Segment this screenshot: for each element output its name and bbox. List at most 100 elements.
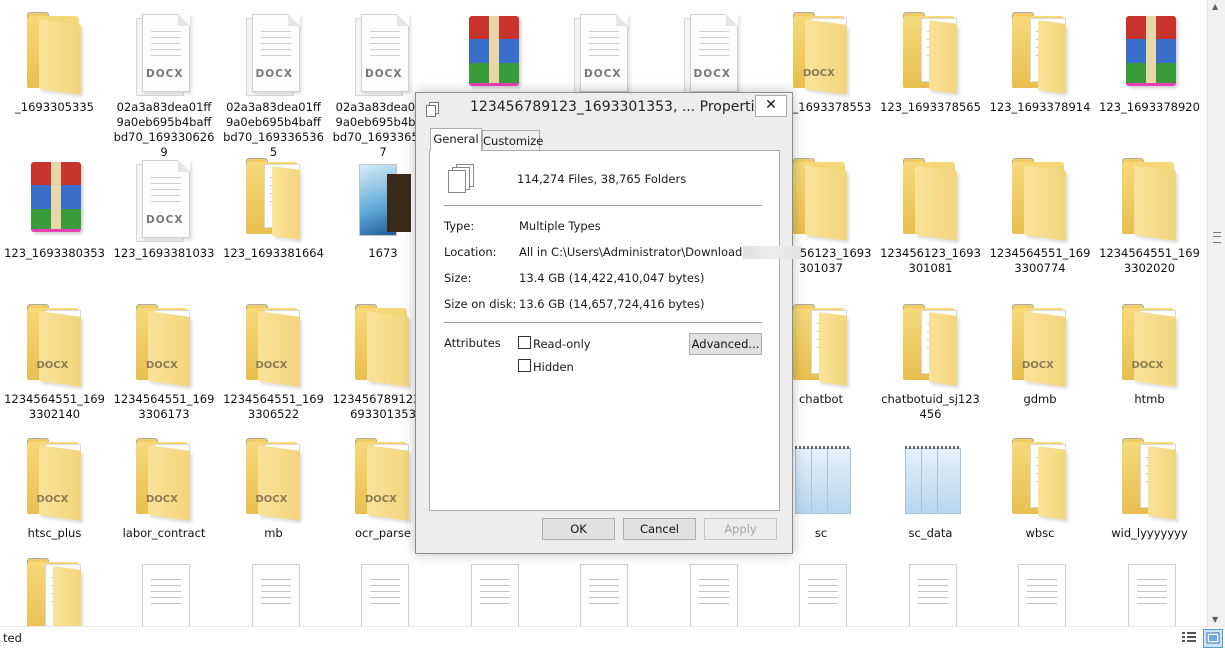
file-item[interactable]: 123456123_1693301081 [876, 146, 985, 276]
document-file-icon [1118, 558, 1182, 626]
file-item[interactable]: 123_1693378920 [1095, 0, 1204, 115]
location-value: All in C:\Users\Administrator\Download [519, 245, 743, 259]
advanced-button[interactable]: Advanced... [689, 333, 762, 355]
file-item-label: htmb [1134, 392, 1165, 406]
scroll-grip-icon[interactable] [1213, 232, 1221, 243]
cancel-button[interactable]: Cancel [623, 518, 696, 540]
file-item-label: mb [264, 526, 283, 540]
ok-button[interactable]: OK [542, 518, 615, 540]
file-item[interactable]: 123_1693378914 [986, 0, 1095, 115]
archive-file-icon [23, 158, 87, 242]
file-item[interactable] [548, 546, 657, 626]
file-item[interactable]: 123_1693381664 [219, 146, 328, 261]
docx-file-icon: DOCX [132, 12, 196, 96]
file-item[interactable] [1095, 546, 1204, 626]
file-item[interactable] [876, 546, 985, 626]
file-item[interactable] [438, 0, 547, 100]
document-file-icon [132, 558, 196, 626]
size-label: Size: [444, 271, 472, 285]
folder-icon [23, 12, 87, 96]
folder-docx-icon: DOCX [242, 438, 306, 522]
file-item[interactable] [329, 546, 438, 626]
file-item-label: 1234564551_1693302020 [1099, 246, 1200, 275]
readonly-label[interactable]: Read-only [533, 337, 591, 351]
folder-icon [899, 158, 963, 242]
file-item-label: 123_1693381664 [223, 246, 324, 260]
document-file-icon [461, 558, 525, 626]
folder-docx-icon: DOCX [351, 438, 415, 522]
file-item[interactable]: chatbotuid_sj123456 [876, 292, 985, 422]
dialog-titlebar[interactable]: 123456789123_1693301353, ... Properties … [416, 93, 792, 123]
file-item[interactable]: DOCX 123_1693381033 [110, 146, 219, 261]
archive-file-icon [461, 12, 525, 96]
notebook-icon [899, 438, 963, 522]
file-item[interactable]: DOCX gdmb [986, 292, 1095, 407]
folder-with-documents-icon [899, 304, 963, 388]
divider [444, 205, 762, 206]
file-item[interactable]: DOCX 1234564551_1693306173 [110, 292, 219, 422]
file-item[interactable]: DOCX labor_contract [110, 426, 219, 541]
file-item[interactable]: DOCX 1234564551_1693306522 [219, 292, 328, 422]
file-item[interactable] [986, 546, 1095, 626]
document-file-icon [570, 558, 634, 626]
file-item[interactable]: DOCX htmb [1095, 292, 1204, 407]
apply-button[interactable]: Apply [704, 518, 777, 540]
file-item[interactable]: DOCX mb [219, 426, 328, 541]
file-item-label: 1234564551_1693302140 [4, 392, 105, 421]
file-item[interactable] [438, 546, 547, 626]
folder-docx-icon: DOCX [23, 304, 87, 388]
file-item[interactable] [767, 546, 876, 626]
file-item-label: sc_data [908, 526, 953, 540]
file-item[interactable]: sc_data [876, 426, 985, 541]
file-item[interactable]: 1234564551_1693302020 [1095, 146, 1204, 276]
file-item-label: chatbotuid_sj123456 [881, 392, 980, 421]
file-item[interactable]: DOCX 1234564551_1693302140 [0, 292, 109, 422]
type-label: Type: [444, 219, 475, 233]
file-item[interactable] [0, 546, 109, 626]
scroll-up-icon[interactable]: ▲ [1212, 2, 1218, 11]
vertical-scrollbar[interactable]: ▲ ▼ [1207, 0, 1225, 626]
file-item[interactable] [219, 546, 328, 626]
readonly-checkbox[interactable] [518, 336, 531, 349]
file-item[interactable]: 123_1693378565 [876, 0, 985, 115]
file-item-label: wbsc [1025, 526, 1055, 540]
tab-general[interactable]: General [430, 128, 482, 151]
status-bar: ted [0, 626, 1225, 650]
archive-file-icon [1118, 12, 1182, 96]
document-file-icon [899, 558, 963, 626]
file-item[interactable]: 123_1693380353 [0, 146, 109, 261]
folder-with-documents-icon [1008, 12, 1072, 96]
file-item-label: 123_1693378565 [880, 100, 981, 114]
file-item[interactable]: 1234564551_1693300774 [986, 146, 1095, 276]
file-item[interactable]: DOCX 02a3a83dea01ff9a0eb695b4baffbd70_169… [219, 0, 328, 160]
document-file-icon [351, 558, 415, 626]
close-button[interactable]: ✕ [755, 95, 787, 117]
notebook-icon [789, 438, 853, 522]
document-file-icon [242, 558, 306, 626]
size-on-disk-label: Size on disk: [444, 297, 517, 311]
properties-icon [426, 102, 439, 117]
folder-docx-icon: DOCX [1118, 304, 1182, 388]
scroll-down-icon[interactable]: ▼ [1212, 615, 1218, 624]
file-item[interactable]: wid_lyyyyyyy [1095, 426, 1204, 541]
location-label: Location: [444, 245, 497, 259]
file-item[interactable]: DOCX htsc_plus [0, 426, 109, 541]
file-item[interactable]: DOCX 02a3a83dea01ff9a0eb695b4baffbd70_169… [110, 0, 219, 160]
file-item[interactable] [110, 546, 219, 626]
folder-docx-icon: DOCX [789, 12, 853, 96]
hidden-label[interactable]: Hidden [533, 360, 574, 374]
tab-customize[interactable]: Customize [482, 130, 543, 151]
redacted-region [743, 246, 802, 259]
folder-icon [1118, 158, 1182, 242]
file-item-label: 1234564551_1693300774 [989, 246, 1091, 275]
file-item[interactable]: wbsc [986, 426, 1095, 541]
file-item[interactable]: DOCX [548, 0, 657, 100]
file-item[interactable]: _1693305335 [0, 0, 109, 115]
file-item[interactable] [657, 546, 766, 626]
hidden-checkbox[interactable] [518, 359, 531, 372]
file-item[interactable]: DOCX [657, 0, 766, 100]
details-view-icon[interactable] [1181, 631, 1197, 644]
document-file-icon [680, 558, 744, 626]
large-icons-view-icon[interactable] [1203, 629, 1223, 648]
file-item-label: 123_1693380353 [4, 246, 105, 260]
